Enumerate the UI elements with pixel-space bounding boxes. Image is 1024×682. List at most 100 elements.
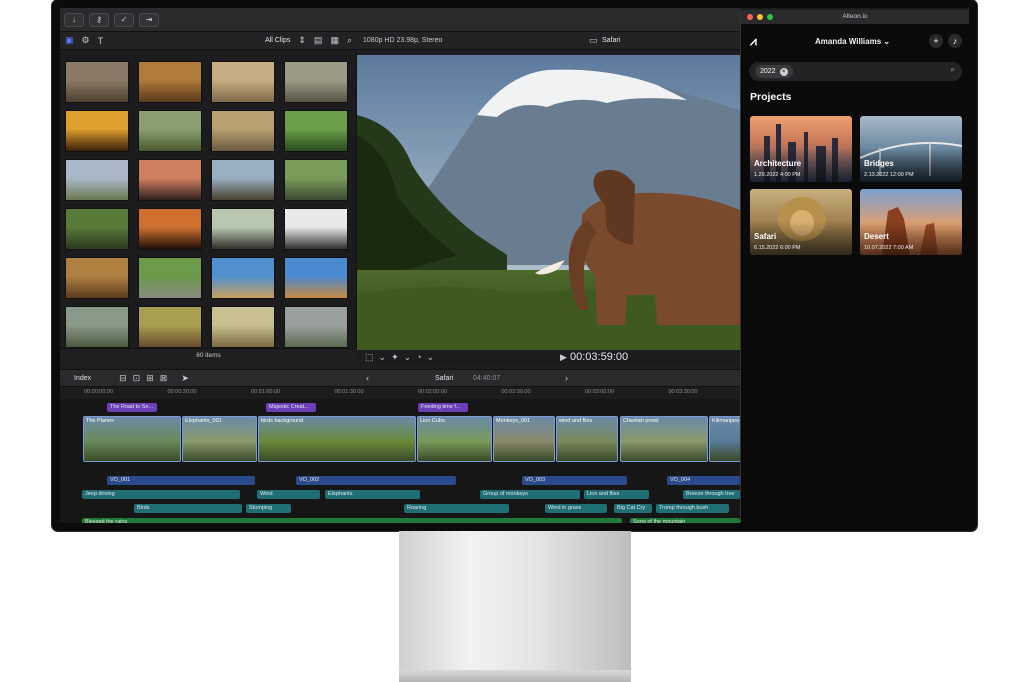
music-clip[interactable]: Blessed the rains [82, 518, 622, 523]
clip-thumbnail[interactable] [65, 208, 129, 250]
clip-thumbnail[interactable] [138, 110, 202, 152]
clip-thumbnail[interactable] [284, 306, 348, 348]
project-card-bridges[interactable]: Bridges 2.13.2022 12:00 PM [860, 116, 962, 182]
project-card-desert[interactable]: Desert 10.07.2022 7:00 AM [860, 189, 962, 255]
sound-effect-clip[interactable]: Wind [257, 490, 320, 499]
title-clip[interactable]: Majestic Creat... [266, 403, 316, 412]
viewer-format: 1080p HD 23.98p, Stereo [363, 37, 443, 44]
ruler-tick-label: 00:01:00:00 [251, 389, 281, 395]
viewer-title: Safari [602, 37, 621, 44]
title-clip[interactable]: Feeding time f... [418, 403, 468, 412]
sound-effect-clip[interactable]: Roaring [404, 504, 509, 513]
voiceover-clip[interactable]: VO_003 [522, 476, 627, 485]
video-clip[interactable]: wind and flies [556, 416, 618, 462]
voiceover-clip[interactable]: VO_002 [296, 476, 456, 485]
project-search-input[interactable]: 2022 × ⌕ [749, 62, 962, 81]
clip-thumbnail[interactable] [211, 306, 275, 348]
titles-generators-icon[interactable]: T [98, 36, 104, 46]
clip-appearance-icon[interactable]: ▤ [314, 35, 323, 46]
notifications-bell-icon[interactable]: ♪ [948, 34, 962, 48]
clip-thumbnail[interactable] [284, 61, 348, 103]
sound-effect-clip[interactable]: Group of monkeys [480, 490, 580, 499]
clip-thumbnail[interactable] [284, 110, 348, 152]
voiceover-clip[interactable]: VO_001 [107, 476, 255, 485]
transform-icon[interactable]: ⬚ [365, 352, 374, 363]
clip-thumbnail[interactable] [138, 306, 202, 348]
clip-thumbnail[interactable] [65, 306, 129, 348]
ruler-tick-label: 00:03:30:00 [668, 389, 698, 395]
sound-effect-clip[interactable]: Wind in grass [545, 504, 607, 513]
forward-icon[interactable]: › [565, 373, 568, 383]
user-menu[interactable]: Amanda Williams ⌄ [815, 37, 890, 46]
clip-thumbnail[interactable] [65, 110, 129, 152]
alteon-logo-icon: ⩘ [750, 33, 757, 48]
sound-effect-clip[interactable]: Big Cat Cry [614, 504, 652, 513]
title-clip[interactable]: The Road to Se... [107, 403, 157, 412]
timeline-project-title[interactable]: Safari [435, 375, 453, 382]
keywords-icon[interactable]: ⚷ [89, 12, 109, 27]
chevron-down-icon[interactable]: ⌄ [427, 352, 435, 363]
search-icon[interactable]: ⌕ [951, 65, 955, 75]
video-clip[interactable]: birds background [258, 416, 416, 462]
clip-thumbnail[interactable] [284, 159, 348, 201]
append-clip-icon[interactable]: ⊟ [119, 373, 127, 384]
grid-view-icon[interactable]: ▦ [330, 35, 339, 46]
clip-thumbnail[interactable] [211, 110, 275, 152]
clip-thumbnail[interactable] [138, 159, 202, 201]
sound-effect-clip[interactable]: Birds [134, 504, 242, 513]
clip-thumbnail[interactable] [138, 208, 202, 250]
speed-icon[interactable]: ◔ [416, 352, 421, 362]
clip-thumbnail[interactable] [284, 257, 348, 299]
clip-filter-dropdown[interactable]: All Clips [265, 37, 290, 44]
voiceover-clip[interactable]: VO_004 [667, 476, 740, 485]
clip-thumbnail[interactable] [211, 159, 275, 201]
chevron-down-icon[interactable]: ⌄ [404, 352, 412, 363]
clip-thumbnail[interactable] [211, 208, 275, 250]
clip-thumbnail[interactable] [65, 159, 129, 201]
clip-thumbnail[interactable] [284, 208, 348, 250]
clip-thumbnail[interactable] [138, 257, 202, 299]
timeline-index-button[interactable]: Index [74, 375, 91, 382]
clip-thumbnail[interactable] [211, 257, 275, 299]
project-card-architecture[interactable]: Architecture 1.29.2022 4:00 PM [750, 116, 852, 182]
sound-effect-clip[interactable]: Stomping [246, 504, 291, 513]
overwrite-clip-icon[interactable]: ⊠ [160, 373, 168, 384]
chevron-updown-icon: ⇕ [298, 35, 306, 45]
libraries-icon[interactable]: ▣ [65, 35, 74, 46]
import-icon[interactable]: ↓ [64, 12, 84, 27]
video-clip-label: Cheetah prowl [623, 418, 659, 424]
video-clip[interactable]: The Planes [83, 416, 181, 462]
music-clip[interactable]: Song of the mountain [630, 518, 740, 523]
back-icon[interactable]: ‹ [366, 373, 369, 383]
timecode-display: 00:03:59:00 [570, 351, 629, 363]
sound-effect-clip[interactable]: Tromp through bush [656, 504, 729, 513]
project-card-safari[interactable]: Safari 6.15.2022 6:00 PM [750, 189, 852, 255]
close-icon[interactable]: × [779, 67, 788, 76]
video-clip[interactable]: Monkeys_001 [493, 416, 555, 462]
insert-clip-icon[interactable]: ⊡ [133, 373, 141, 384]
sound-effect-clip[interactable]: Lion and flies [584, 490, 649, 499]
clip-thumbnail[interactable] [138, 61, 202, 103]
chevron-down-icon[interactable]: ⌄ [379, 352, 387, 363]
filter-chip[interactable]: 2022 × [755, 65, 793, 78]
search-icon[interactable]: ⌕ [347, 35, 352, 46]
play-icon[interactable]: ▶ [560, 352, 567, 363]
analyze-icon[interactable]: ✓ [114, 12, 134, 27]
projects-heading: Projects [750, 91, 792, 103]
sound-effect-clip[interactable]: Breeze through tree [683, 490, 740, 499]
select-tool-icon[interactable]: ➤ [181, 373, 189, 384]
clip-thumbnail[interactable] [65, 61, 129, 103]
ruler-tick-label: 00:01:30:00 [334, 389, 364, 395]
share-icon[interactable]: ⇥ [139, 12, 159, 27]
sound-effect-clip[interactable]: Elephants [325, 490, 420, 499]
add-project-button[interactable]: + [929, 34, 943, 48]
photos-audio-icon[interactable]: ⚙ [82, 35, 90, 46]
sound-effect-clip[interactable]: Jeep driving [82, 490, 240, 499]
video-clip[interactable]: Lion Cubs [417, 416, 492, 462]
video-clip[interactable]: Elephants_001 [182, 416, 257, 462]
connect-clip-icon[interactable]: ⊞ [146, 373, 154, 384]
clip-thumbnail[interactable] [211, 61, 275, 103]
clip-thumbnail[interactable] [65, 257, 129, 299]
enhance-wand-icon[interactable]: ✦ [391, 352, 399, 363]
video-clip[interactable]: Cheetah prowl [620, 416, 708, 462]
